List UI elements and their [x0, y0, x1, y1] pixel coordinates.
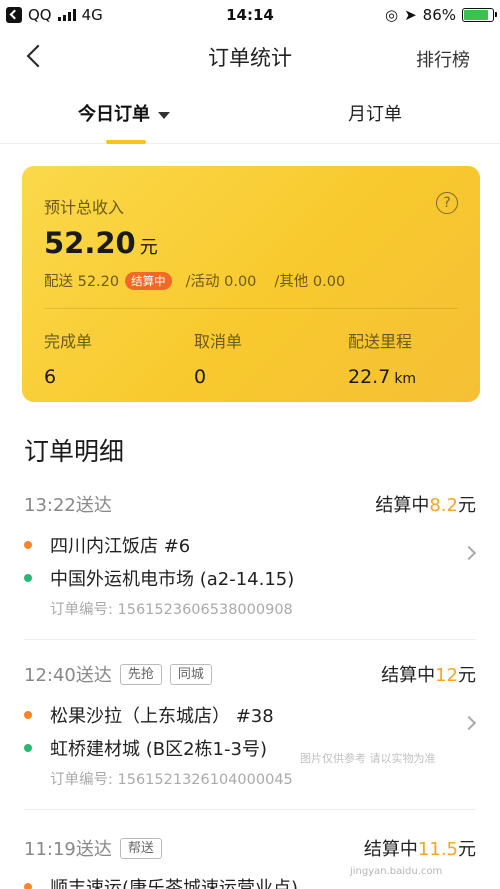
order-tag: 帮送 [119, 837, 162, 859]
stat-distance-unit: km [394, 371, 417, 387]
order-status: 结算中11.5元 [364, 835, 476, 861]
order-status: 结算中8.2元 [375, 491, 476, 517]
income-breakdown: 配送 52.20 结算中 /活动 0.00 /其他 0.00 [44, 270, 363, 291]
ranking-button[interactable]: 排行榜 [416, 46, 470, 72]
chevron-right-icon[interactable] [461, 545, 477, 561]
stat-completed: 完成单 6 [44, 328, 92, 388]
active-tab-indicator [106, 140, 146, 144]
order-item[interactable]: 13:22送达 结算中8.2元 四川内江饭店 #6 中国外运机电市场 (a2-1… [24, 490, 477, 640]
order-item[interactable]: 12:40送达 先抢 同城 结算中12元 松果沙拉（上东城店） #38 虹桥建材… [24, 660, 477, 810]
order-tag: 先抢 [119, 663, 162, 685]
dropoff-address: 中国外运机电市场 (a2-14.15) [50, 569, 295, 590]
dropoff-row: 中国外运机电市场 (a2-14.15) [24, 565, 294, 591]
pickup-row: 四川内江饭店 #6 [24, 532, 190, 558]
status-right: ◎ ➤ 86% [384, 6, 497, 24]
pickup-dot-icon [24, 541, 32, 549]
order-time: 11:19送达 [24, 839, 112, 860]
card-divider [44, 308, 458, 309]
battery-percent: 86% [422, 6, 456, 24]
order-item[interactable]: 11:19送达 帮送 结算中11.5元 顺丰速运(康乐茶城速运营业点) [24, 834, 476, 889]
stat-distance-value: 22.7 [348, 366, 391, 388]
order-amount-unit: 元 [458, 495, 476, 516]
stat-distance: 配送里程 22.7 km [348, 328, 416, 388]
income-value: 52.20 [44, 226, 136, 260]
stat-distance-label: 配送里程 [348, 332, 413, 351]
pickup-address: 顺丰速运(康乐茶城速运营业点) [50, 878, 299, 889]
stat-distance-value-wrap: 22.7 km [348, 366, 416, 388]
order-amount: 11.5 [417, 839, 458, 860]
caret-down-icon [158, 111, 170, 119]
orientation-lock-icon: ◎ [384, 6, 399, 24]
settling-badge: 结算中 [125, 271, 172, 290]
tab-today-orders[interactable]: 今日订单 [78, 100, 170, 126]
order-time: 13:22送达 [24, 495, 112, 516]
watermark: 图片仅供参考 请以实物为准 [300, 752, 436, 765]
order-amount-unit: 元 [458, 665, 476, 686]
income-label: 预计总收入 [44, 198, 125, 217]
order-id: 订单编号: 1561521326104000045 [50, 772, 293, 788]
help-icon[interactable]: ? [436, 192, 458, 214]
activity-income: /活动 0.00 [185, 274, 257, 290]
signal-icon [57, 9, 76, 21]
watermark-url: jingyan.baidu.com [350, 866, 443, 877]
income-unit: 元 [139, 237, 158, 258]
dropoff-dot-icon [24, 574, 32, 582]
order-id: 订单编号: 1561523606538000908 [50, 602, 293, 618]
order-header: 13:22送达 结算中8.2元 [24, 490, 476, 518]
stat-completed-value: 6 [44, 366, 57, 388]
pickup-dot-icon [24, 883, 32, 889]
order-status-label: 结算中 [381, 665, 436, 686]
pickup-address: 松果沙拉（上东城店） #38 [50, 706, 274, 727]
tab-month-orders[interactable]: 月订单 [348, 100, 402, 126]
battery-icon [462, 8, 497, 22]
pickup-row: 顺丰速运(康乐茶城速运营业点) [24, 874, 298, 889]
chevron-right-icon[interactable] [461, 715, 477, 731]
network-label: 4G [81, 6, 103, 24]
order-amount: 8.2 [429, 495, 458, 516]
dropoff-row: 虹桥建材城 (B区2栋1-3号) [24, 735, 267, 761]
status-left: QQ 4G [6, 6, 103, 24]
order-status: 结算中12元 [381, 661, 476, 687]
dropoff-address: 虹桥建材城 (B区2栋1-3号) [50, 739, 267, 760]
pickup-row: 松果沙拉（上东城店） #38 [24, 702, 274, 728]
stat-cancelled-value: 0 [194, 366, 207, 388]
order-status-label: 结算中 [363, 839, 418, 860]
tab-today-label: 今日订单 [78, 104, 150, 125]
pickup-address: 四川内江饭店 #6 [50, 536, 191, 557]
delivery-income: 配送 52.20 [44, 274, 120, 290]
carrier-label: QQ [28, 6, 52, 24]
income-amount: 52.20 元 [44, 226, 158, 260]
stat-completed-label: 完成单 [44, 332, 93, 351]
tab-bar: 今日订单 月订单 [0, 86, 500, 144]
order-amount-unit: 元 [458, 839, 476, 860]
battery-fill [464, 10, 489, 20]
order-amount: 12 [435, 665, 458, 686]
other-income: /其他 0.00 [274, 274, 346, 290]
income-summary-card: 预计总收入 ? 52.20 元 配送 52.20 结算中 /活动 0.00 /其他… [22, 166, 480, 402]
order-header: 12:40送达 先抢 同城 结算中12元 [24, 660, 476, 688]
dropoff-dot-icon [24, 744, 32, 752]
order-header: 11:19送达 帮送 结算中11.5元 [24, 834, 476, 862]
status-bar: QQ 4G 14:14 ◎ ➤ 86% [0, 0, 500, 30]
nav-bar: 订单统计 排行榜 [0, 30, 500, 84]
order-time: 12:40送达 [24, 665, 112, 686]
stat-cancelled: 取消单 0 [194, 328, 242, 388]
order-details-title: 订单明细 [24, 437, 125, 466]
stat-cancelled-label: 取消单 [194, 332, 243, 351]
order-status-label: 结算中 [375, 495, 430, 516]
back-to-app-icon[interactable] [6, 7, 22, 23]
location-icon: ➤ [404, 6, 417, 24]
order-tag: 同城 [169, 663, 212, 685]
pickup-dot-icon [24, 711, 32, 719]
